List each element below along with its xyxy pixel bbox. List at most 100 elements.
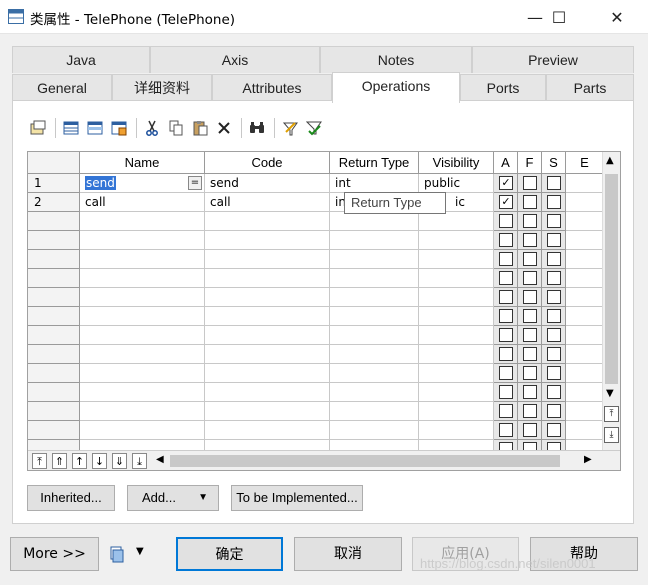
empty-cell[interactable] (494, 402, 518, 421)
empty-cell[interactable] (494, 364, 518, 383)
empty-cell[interactable] (80, 364, 205, 383)
horizontal-scrollbar[interactable]: ⤒ ⇑ ↑ ↓ ⇓ ⤓ ◀ ▶ (28, 450, 620, 470)
empty-cell[interactable] (330, 345, 419, 364)
empty-checkbox[interactable] (547, 252, 561, 266)
empty-cell[interactable] (542, 288, 566, 307)
empty-cell[interactable] (419, 250, 494, 269)
empty-checkbox[interactable] (499, 385, 513, 399)
abstract-checkbox[interactable]: ✓ (499, 195, 513, 209)
static-checkbox[interactable] (547, 195, 561, 209)
empty-cell[interactable] (419, 345, 494, 364)
empty-cell[interactable] (518, 364, 542, 383)
row-number[interactable]: 2 (28, 193, 80, 212)
empty-checkbox[interactable] (499, 290, 513, 304)
empty-checkbox[interactable] (499, 347, 513, 361)
add-button[interactable]: Add... ▼ (127, 485, 219, 511)
empty-cell[interactable] (566, 269, 604, 288)
empty-cell[interactable] (494, 307, 518, 326)
empty-cell[interactable] (518, 383, 542, 402)
hscroll-thumb[interactable] (170, 455, 560, 467)
empty-cell[interactable] (566, 421, 604, 440)
empty-cell[interactable] (542, 364, 566, 383)
empty-cell[interactable] (518, 421, 542, 440)
column-header-e[interactable]: E (566, 152, 604, 174)
row-header[interactable] (28, 288, 80, 307)
insert-row-icon[interactable] (84, 117, 106, 139)
empty-cell[interactable] (80, 269, 205, 288)
empty-cell[interactable] (542, 345, 566, 364)
empty-checkbox[interactable] (547, 214, 561, 228)
empty-cell[interactable] (494, 383, 518, 402)
name-cell[interactable]: call (80, 193, 205, 212)
empty-cell[interactable] (542, 402, 566, 421)
empty-cell[interactable] (419, 307, 494, 326)
move-up-icon[interactable]: ↑ (72, 453, 87, 469)
empty-checkbox[interactable] (547, 385, 561, 399)
empty-cell[interactable] (566, 231, 604, 250)
empty-cell[interactable] (330, 364, 419, 383)
tab-ports[interactable]: Ports (460, 74, 546, 101)
column-header-abstract[interactable]: A (494, 152, 518, 174)
empty-checkbox[interactable] (547, 404, 561, 418)
empty-checkbox[interactable] (523, 252, 537, 266)
empty-cell[interactable] (419, 383, 494, 402)
empty-cell[interactable] (419, 288, 494, 307)
empty-cell[interactable] (205, 421, 330, 440)
empty-checkbox[interactable] (523, 214, 537, 228)
code-cell[interactable]: call (205, 193, 330, 212)
tab-attributes[interactable]: Attributes (212, 74, 332, 101)
delete-icon[interactable] (213, 117, 235, 139)
empty-checkbox[interactable] (499, 366, 513, 380)
tab-notes[interactable]: Notes (320, 46, 472, 73)
inherited-button[interactable]: Inherited... (27, 485, 115, 511)
e-cell[interactable] (566, 193, 604, 212)
tab-details[interactable]: 详细资料 (112, 74, 212, 101)
empty-cell[interactable] (330, 269, 419, 288)
empty-cell[interactable] (330, 212, 419, 231)
empty-checkbox[interactable] (523, 271, 537, 285)
empty-cell[interactable] (542, 250, 566, 269)
empty-cell[interactable] (330, 383, 419, 402)
find-icon[interactable] (246, 117, 268, 139)
to-be-implemented-button[interactable]: To be Implemented... (231, 485, 363, 511)
scroll-top-icon[interactable]: ⤒ (604, 406, 619, 422)
empty-cell[interactable] (205, 212, 330, 231)
column-header-return-type[interactable]: Return Type (330, 152, 419, 174)
move-page-down-icon[interactable]: ⇓ (112, 453, 127, 469)
scroll-left-icon[interactable]: ◀ (156, 454, 164, 465)
empty-checkbox[interactable] (499, 271, 513, 285)
move-to-bottom-icon[interactable]: ⤓ (132, 453, 147, 469)
ok-button[interactable]: 确定 (176, 537, 283, 571)
empty-checkbox[interactable] (523, 423, 537, 437)
empty-cell[interactable] (330, 402, 419, 421)
empty-cell[interactable] (494, 212, 518, 231)
empty-cell[interactable] (494, 421, 518, 440)
empty-checkbox[interactable] (547, 366, 561, 380)
empty-cell[interactable] (330, 307, 419, 326)
empty-cell[interactable] (542, 212, 566, 231)
final-checkbox[interactable] (523, 176, 537, 190)
move-down-icon[interactable]: ↓ (92, 453, 107, 469)
properties-button[interactable]: = (188, 176, 202, 190)
column-header-name[interactable]: Name (80, 152, 205, 174)
empty-cell[interactable] (205, 288, 330, 307)
empty-cell[interactable] (419, 364, 494, 383)
empty-cell[interactable] (205, 231, 330, 250)
empty-checkbox[interactable] (499, 252, 513, 266)
paste-icon[interactable] (189, 117, 211, 139)
column-header-code[interactable]: Code (205, 152, 330, 174)
scroll-down-icon[interactable]: ▼ (606, 388, 614, 399)
move-to-top-icon[interactable]: ⤒ (32, 453, 47, 469)
empty-cell[interactable] (542, 421, 566, 440)
empty-cell[interactable] (518, 345, 542, 364)
empty-cell[interactable] (330, 421, 419, 440)
more-button[interactable]: More >> (10, 537, 99, 571)
tab-preview[interactable]: Preview (472, 46, 634, 73)
tab-java[interactable]: Java (12, 46, 150, 73)
empty-cell[interactable] (566, 307, 604, 326)
empty-cell[interactable] (566, 383, 604, 402)
empty-checkbox[interactable] (499, 233, 513, 247)
empty-cell[interactable] (419, 212, 494, 231)
static-checkbox[interactable] (547, 176, 561, 190)
empty-cell[interactable] (518, 231, 542, 250)
